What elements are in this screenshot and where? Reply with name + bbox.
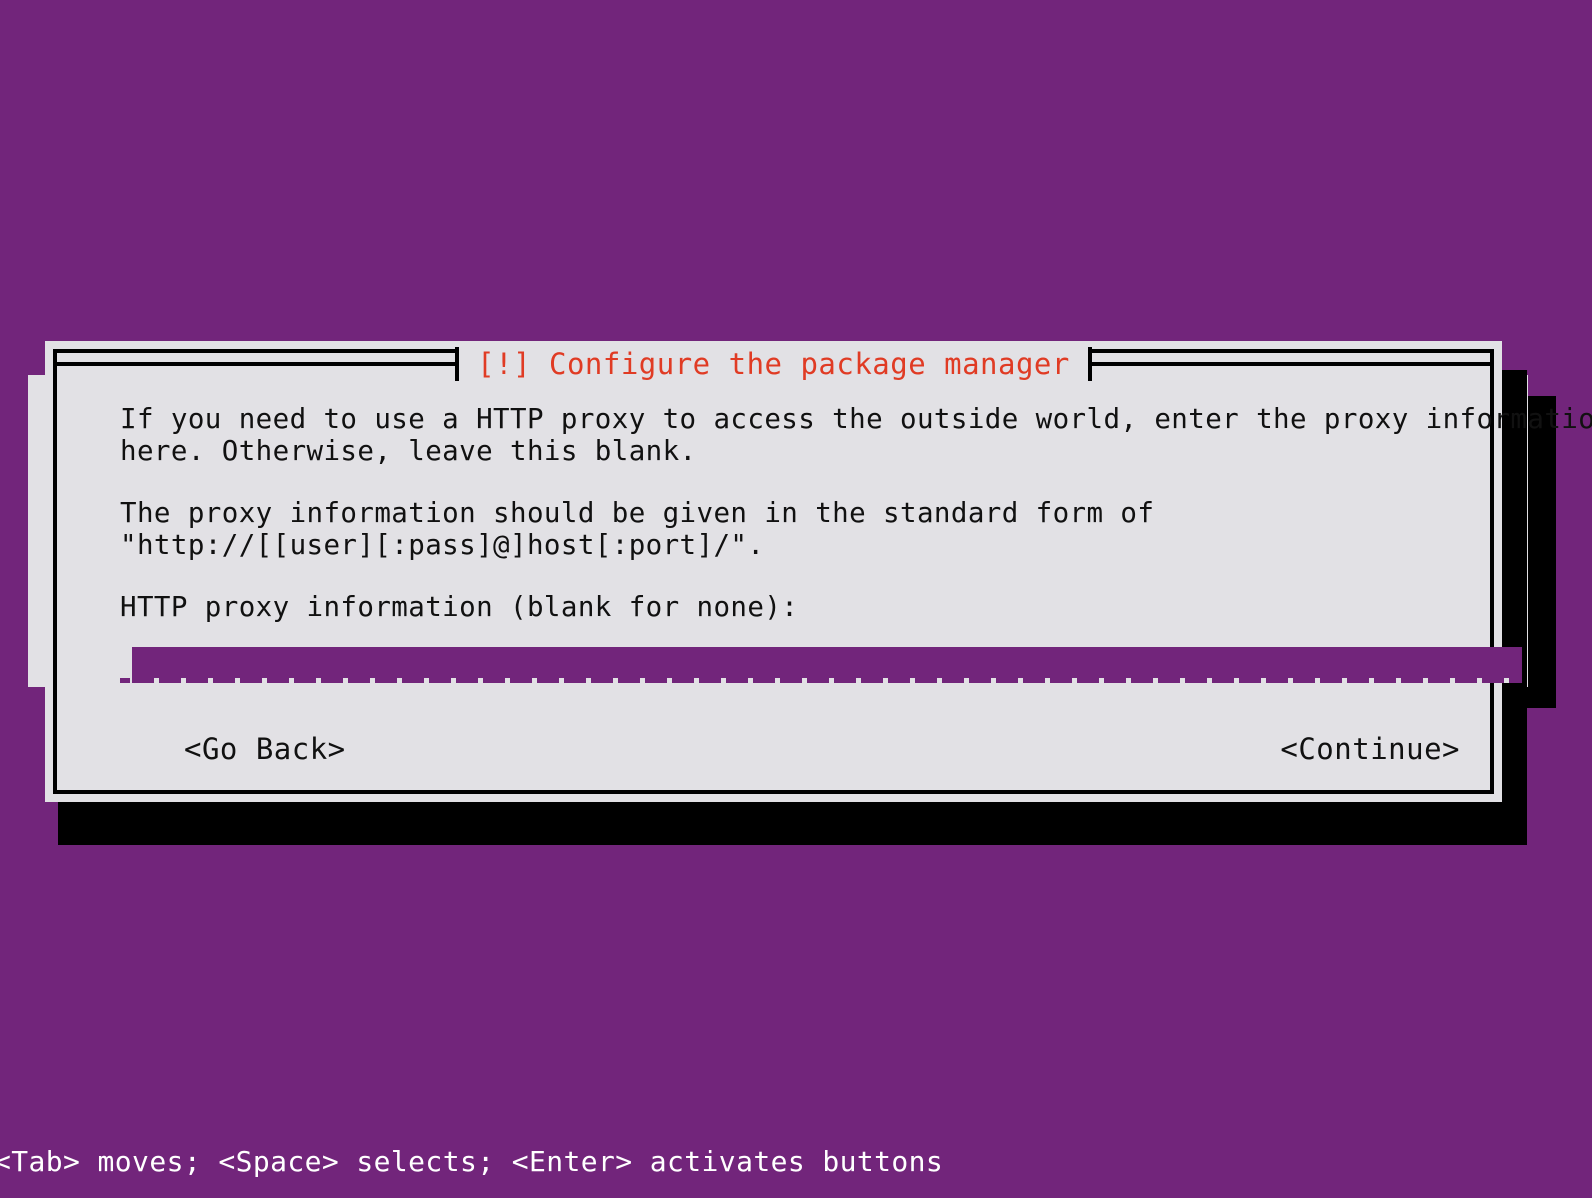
proxy-input-underline xyxy=(132,678,1522,683)
dialog-shadow-bottom xyxy=(58,802,1527,845)
proxy-intro-text: If you need to use a HTTP proxy to acces… xyxy=(120,403,1592,467)
continue-button[interactable]: <Continue> xyxy=(1280,729,1460,769)
dialog-title-bar: [!] Configure the package manager xyxy=(53,341,1495,387)
configure-package-manager-dialog: [!] Configure the package manager If you… xyxy=(45,341,1592,802)
proxy-input-underline-lead xyxy=(120,678,130,683)
dialog-shadow-right xyxy=(1502,370,1527,845)
status-bar-text: <Tab> moves; <Space> selects; <Enter> ac… xyxy=(0,1145,944,1178)
title-rule-right xyxy=(1091,362,1495,366)
proxy-input-field[interactable] xyxy=(132,647,1522,678)
proxy-input[interactable] xyxy=(120,647,1522,687)
background-dialog-shadow-right xyxy=(1528,396,1556,708)
installer-screen: [!] Configure the package manager If you… xyxy=(0,0,1592,1198)
proxy-field-label: HTTP proxy information (blank for none): xyxy=(120,591,799,623)
go-back-button[interactable]: <Go Back> xyxy=(184,729,346,769)
proxy-format-text: The proxy information should be given in… xyxy=(120,497,1155,561)
dialog-button-row: <Go Back> <Continue> xyxy=(120,729,1460,769)
dialog-title: [!] Configure the package manager xyxy=(459,341,1088,387)
dialog-body: If you need to use a HTTP proxy to acces… xyxy=(120,403,1592,786)
title-rule-left xyxy=(53,362,456,366)
status-bar: <Tab> moves; <Space> selects; <Enter> ac… xyxy=(0,1144,1592,1180)
